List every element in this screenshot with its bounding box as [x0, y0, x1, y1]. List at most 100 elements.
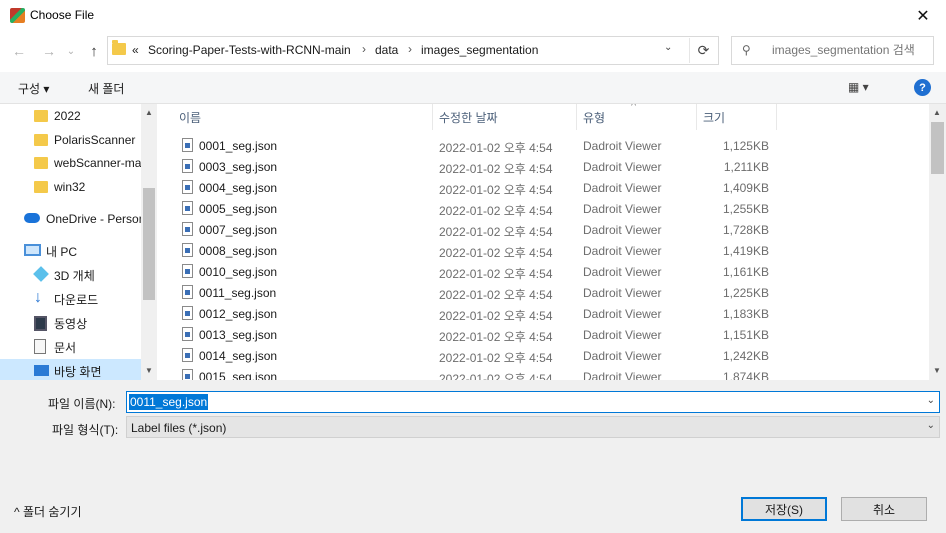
- sidebar-scrollbar[interactable]: ▲ ▼: [141, 104, 157, 380]
- file-size: 1,728KB: [722, 223, 769, 237]
- sidebar-item-label: 동영상: [54, 316, 88, 331]
- new-folder-button[interactable]: 새 폴더: [88, 80, 124, 97]
- forward-button[interactable]: →: [38, 40, 60, 62]
- breadcrumb-item[interactable]: images_segmentation: [421, 43, 538, 57]
- folder-icon: [34, 181, 48, 193]
- filename-input[interactable]: 0011_seg.json ⌄: [126, 391, 940, 413]
- file-date: 2022-01-02 오후 4:54: [439, 204, 553, 218]
- table-row[interactable]: 0011_seg.json 2022-01-02 오후 4:54 Dadroit V…: [157, 282, 929, 303]
- sidebar-item-label: win32: [54, 180, 86, 194]
- file-date: 2022-01-02 오후 4:54: [439, 288, 553, 302]
- file-size: 1,409KB: [722, 181, 769, 195]
- sidebar-item-3d-objects[interactable]: 3D 개체: [0, 263, 141, 287]
- json-file-icon: [182, 243, 193, 257]
- file-date: 2022-01-02 오후 4:54: [439, 372, 553, 380]
- chevron-down-icon[interactable]: ⌄: [664, 42, 672, 53]
- file-type: Dadroit Viewer: [583, 139, 662, 153]
- sidebar-item-label: 2022: [54, 109, 81, 123]
- hide-folders-toggle[interactable]: ^ 폴더 숨기기: [14, 503, 82, 520]
- up-folder-button[interactable]: ↑: [83, 40, 105, 62]
- table-row[interactable]: 0014_seg.json 2022-01-02 오후 4:54 Dadroit V…: [157, 345, 929, 366]
- search-box[interactable]: ⚲: [731, 36, 934, 65]
- sidebar-item-webscanner[interactable]: webScanner-main: [0, 151, 141, 175]
- file-type: Dadroit Viewer: [583, 286, 662, 300]
- folder-icon: [34, 157, 48, 169]
- sidebar-item-label: 바탕 화면: [54, 364, 102, 379]
- view-options-button[interactable]: ▦ ▾: [848, 80, 869, 94]
- filetype-label: 파일 형식(T):: [52, 423, 119, 437]
- column-header-date[interactable]: 수정한 날짜: [433, 104, 577, 130]
- help-button[interactable]: ?: [914, 79, 931, 96]
- table-row[interactable]: 0001_seg.json 2022-01-02 오후 4:54 Dadroit V…: [157, 135, 929, 156]
- table-row[interactable]: 0010_seg.json 2022-01-02 오후 4:54 Dadroit V…: [157, 261, 929, 282]
- scrollbar-thumb[interactable]: [143, 188, 155, 300]
- window-title: Choose File: [30, 8, 95, 22]
- table-row[interactable]: 0007_seg.json 2022-01-02 오후 4:54 Dadroit V…: [157, 219, 929, 240]
- toolbar: 구성 ▾ 새 폴더 ▦ ▾: [0, 72, 946, 104]
- sidebar-item-polarisscanner[interactable]: PolarisScanner: [0, 128, 141, 152]
- sidebar-item-onedrive[interactable]: OneDrive - Personal: [0, 207, 141, 231]
- json-file-icon: [182, 369, 193, 380]
- cancel-button[interactable]: 취소: [841, 497, 927, 521]
- table-row[interactable]: 0008_seg.json 2022-01-02 오후 4:54 Dadroit V…: [157, 240, 929, 261]
- folder-icon: [112, 40, 126, 55]
- sidebar-item-win32[interactable]: win32: [0, 175, 141, 199]
- scrollbar-thumb[interactable]: [931, 122, 944, 174]
- save-button[interactable]: 저장(S): [741, 497, 827, 521]
- chevron-down-icon[interactable]: ⌄: [927, 420, 935, 431]
- file-size: 1,183KB: [722, 307, 769, 321]
- filename-value[interactable]: 0011_seg.json: [129, 394, 209, 410]
- scroll-down-arrow[interactable]: ▼: [141, 366, 157, 375]
- column-header-size[interactable]: 크기: [697, 104, 777, 130]
- table-row[interactable]: 0012_seg.json 2022-01-02 오후 4:54 Dadroit V…: [157, 303, 929, 324]
- table-row[interactable]: 0015_seg.json 2022-01-02 오후 4:54 Dadroit V…: [157, 366, 929, 380]
- file-date: 2022-01-02 오후 4:54: [439, 141, 553, 155]
- file-type: Dadroit Viewer: [583, 202, 662, 216]
- breadcrumb-separator[interactable]: ›: [408, 42, 412, 56]
- file-size: 1,125KB: [722, 139, 769, 153]
- json-file-icon: [182, 159, 193, 173]
- file-list-scrollbar[interactable]: ▲ ▼: [929, 104, 946, 380]
- file-type: Dadroit Viewer: [583, 244, 662, 258]
- sidebar-item-desktop[interactable]: 바탕 화면: [0, 359, 141, 380]
- json-file-icon: [182, 222, 193, 236]
- table-row[interactable]: 0013_seg.json 2022-01-02 오후 4:54 Dadroit V…: [157, 324, 929, 345]
- sidebar-item-this-pc[interactable]: 내 PC: [0, 239, 141, 263]
- sidebar-item-2022[interactable]: 2022: [0, 104, 141, 128]
- json-file-icon: [182, 264, 193, 278]
- organize-button[interactable]: 구성 ▾: [18, 80, 49, 97]
- scroll-up-arrow[interactable]: ▲: [929, 108, 945, 117]
- column-header-type[interactable]: 유형: [577, 104, 697, 130]
- file-size: 1,151KB: [722, 328, 769, 342]
- breadcrumb-separator[interactable]: ›: [362, 42, 366, 56]
- table-row[interactable]: 0004_seg.json 2022-01-02 오후 4:54 Dadroit V…: [157, 177, 929, 198]
- breadcrumb-item[interactable]: data: [375, 43, 398, 57]
- scroll-up-arrow[interactable]: ▲: [141, 108, 157, 117]
- scroll-down-arrow[interactable]: ▼: [929, 366, 945, 375]
- address-bar[interactable]: « Scoring-Paper-Tests-with-RCNN-main › d…: [107, 36, 719, 65]
- search-input[interactable]: [772, 43, 932, 57]
- file-type: Dadroit Viewer: [583, 349, 662, 363]
- file-size: 1,161KB: [722, 265, 769, 279]
- file-size: 1,874KB: [722, 370, 769, 380]
- close-button[interactable]: ✕: [900, 0, 946, 32]
- sidebar-item-label: 내 PC: [46, 244, 78, 259]
- filetype-select[interactable]: Label files (*.json) ⌄: [126, 416, 940, 438]
- recent-locations-button[interactable]: ⌄: [60, 40, 82, 62]
- file-date: 2022-01-02 오후 4:54: [439, 225, 553, 239]
- column-header-name[interactable]: 이름: [157, 104, 433, 130]
- file-list: 이름 수정한 날짜 유형 크기 ^ 0001_seg.json 2022-01-0…: [157, 104, 929, 380]
- file-type: Dadroit Viewer: [583, 328, 662, 342]
- breadcrumb-item[interactable]: Scoring-Paper-Tests-with-RCNN-main: [148, 43, 351, 57]
- table-row[interactable]: 0003_seg.json 2022-01-02 오후 4:54 Dadroit V…: [157, 156, 929, 177]
- sidebar-item-videos[interactable]: 동영상: [0, 311, 141, 335]
- chevron-down-icon[interactable]: ⌄: [927, 395, 935, 406]
- cube-icon: [33, 266, 49, 282]
- file-name: 0014_seg.json: [199, 349, 278, 363]
- breadcrumb-overflow[interactable]: «: [132, 43, 139, 57]
- table-row[interactable]: 0005_seg.json 2022-01-02 오후 4:54 Dadroit V…: [157, 198, 929, 219]
- refresh-button[interactable]: ⟳: [689, 38, 717, 63]
- sidebar-item-documents[interactable]: 문서: [0, 335, 141, 359]
- back-button[interactable]: ←: [8, 40, 30, 62]
- sidebar-item-downloads[interactable]: ↓ 다운로드: [0, 287, 141, 311]
